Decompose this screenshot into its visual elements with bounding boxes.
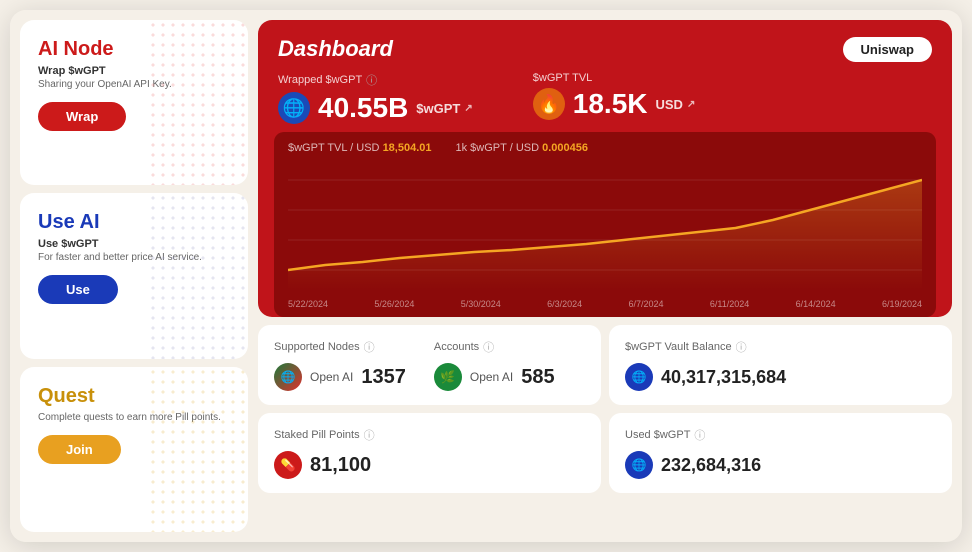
date-label-0: 5/22/2024 [288,299,328,309]
wrapped-wgpt-label: Wrapped $wGPT ⓘ [278,72,473,88]
staked-value-row: 💊 81,100 [274,451,585,479]
vault-value: 40,317,315,684 [661,367,786,388]
wrapped-value-row: 🌐 40.55B $wGPT ↗ [278,92,473,124]
stat-card-staked: Staked Pill Points ⓘ 💊 81,100 [258,413,601,493]
chart-container: $wGPT TVL / USD 18,504.01 1k $wGPT / USD… [274,132,936,317]
date-label-7: 6/19/2024 [882,299,922,309]
nodes-openai-label: Open AI [310,370,353,384]
nodes-info-icon: ⓘ [364,339,375,355]
tvl-row: Wrapped $wGPT ⓘ 🌐 40.55B $wGPT ↗ [278,72,932,124]
wrapped-info-icon: ⓘ [366,72,377,88]
globe-icon: 🌐 [278,92,310,124]
supported-nodes-section: Supported Nodes ⓘ 🌐 Open AI 1357 [274,339,406,391]
sidebar: AI Node Wrap $wGPT Sharing your OpenAI A… [10,10,258,542]
external-link-icon-2[interactable]: ↗ [687,99,695,110]
date-label-3: 6/3/2024 [547,299,582,309]
used-info-icon: ⓘ [694,427,705,443]
tvl-value-row: 🔥 18.5K USD ↗ [533,88,696,120]
polka-bg-blue [148,193,248,358]
accounts-value-row: 🌿 Open AI 585 [434,363,555,391]
staked-icon: 💊 [274,451,302,479]
date-label-2: 5/30/2024 [461,299,501,309]
k-wgpt-value: 0.000456 [542,142,588,154]
accounts-info-icon: ⓘ [483,339,494,355]
main-content: Dashboard Uniswap Wrapped $wGPT ⓘ 🌐 40.5… [258,10,962,542]
chart-dates: 5/22/2024 5/26/2024 5/30/2024 6/3/2024 6… [288,295,922,311]
wgpt-tvl-item: $wGPT TVL 🔥 18.5K USD ↗ [533,72,696,124]
sidebar-card-use-ai: Use AI Use $wGPT For faster and better p… [20,193,248,358]
tvl-unit: USD ↗ [655,97,695,112]
used-value-row: 🌐 232,684,316 [625,451,936,479]
wrapped-unit: $wGPT ↗ [416,101,472,116]
wgpt-tvl-label: $wGPT TVL [533,72,696,84]
k-wgpt-meta: 1k $wGPT / USD 0.000456 [456,142,589,154]
accounts-section: Accounts ⓘ 🌿 Open AI 585 [434,339,555,391]
vault-icon: 🌐 [625,363,653,391]
app-container: AI Node Wrap $wGPT Sharing your OpenAI A… [10,10,962,542]
polka-bg-yellow [148,367,248,532]
date-label-6: 6/14/2024 [796,299,836,309]
used-value: 232,684,316 [661,455,761,476]
wrapped-amount: 40.55B [318,92,408,124]
sidebar-card-quest: Quest Complete quests to earn more Pill … [20,367,248,532]
chart-svg [288,160,922,290]
used-icon: 🌐 [625,451,653,479]
fire-icon: 🔥 [533,88,565,120]
tvl-amount: 18.5K [573,88,648,120]
staked-info-icon: ⓘ [364,427,375,443]
vault-info-icon: ⓘ [736,339,747,355]
vault-value-row: 🌐 40,317,315,684 [625,363,936,391]
stats-row: Supported Nodes ⓘ 🌐 Open AI 1357 Account… [258,325,952,405]
accounts-icon: 🌿 [434,363,462,391]
use-button[interactable]: Use [38,275,118,304]
nodes-value-row: 🌐 Open AI 1357 [274,363,406,391]
polka-bg-red [148,20,248,185]
supported-nodes-label: Supported Nodes ⓘ [274,339,406,355]
nodes-icon: 🌐 [274,363,302,391]
tvl-usd-value: 18,504.01 [383,142,432,154]
dashboard-title: Dashboard [278,36,393,62]
nodes-value: 1357 [361,366,406,389]
staked-value: 81,100 [310,454,371,477]
stat-card-used: Used $wGPT ⓘ 🌐 232,684,316 [609,413,952,493]
date-label-4: 6/7/2024 [629,299,664,309]
chart-meta: $wGPT TVL / USD 18,504.01 1k $wGPT / USD… [288,142,922,154]
accounts-openai-label: Open AI [470,370,513,384]
used-label: Used $wGPT ⓘ [625,427,936,443]
stats-row-2: Staked Pill Points ⓘ 💊 81,100 Used $wGPT… [258,413,952,493]
dashboard-panel: Dashboard Uniswap Wrapped $wGPT ⓘ 🌐 40.5… [258,20,952,317]
vault-label: $wGPT Vault Balance ⓘ [625,339,936,355]
date-label-5: 6/11/2024 [710,299,749,309]
accounts-value: 585 [521,366,554,389]
join-button[interactable]: Join [38,435,121,464]
stat-card-nodes-accounts: Supported Nodes ⓘ 🌐 Open AI 1357 Account… [258,325,601,405]
external-link-icon-1[interactable]: ↗ [464,103,472,114]
wrapped-wgpt-item: Wrapped $wGPT ⓘ 🌐 40.55B $wGPT ↗ [278,72,473,124]
accounts-label: Accounts ⓘ [434,339,555,355]
uniswap-button[interactable]: Uniswap [843,37,932,62]
date-label-1: 5/26/2024 [374,299,414,309]
dashboard-header: Dashboard Uniswap [278,36,932,62]
stat-card-vault: $wGPT Vault Balance ⓘ 🌐 40,317,315,684 [609,325,952,405]
staked-label: Staked Pill Points ⓘ [274,427,585,443]
tvl-usd-meta: $wGPT TVL / USD 18,504.01 [288,142,432,154]
sidebar-card-ai-node: AI Node Wrap $wGPT Sharing your OpenAI A… [20,20,248,185]
wrap-button[interactable]: Wrap [38,102,126,131]
